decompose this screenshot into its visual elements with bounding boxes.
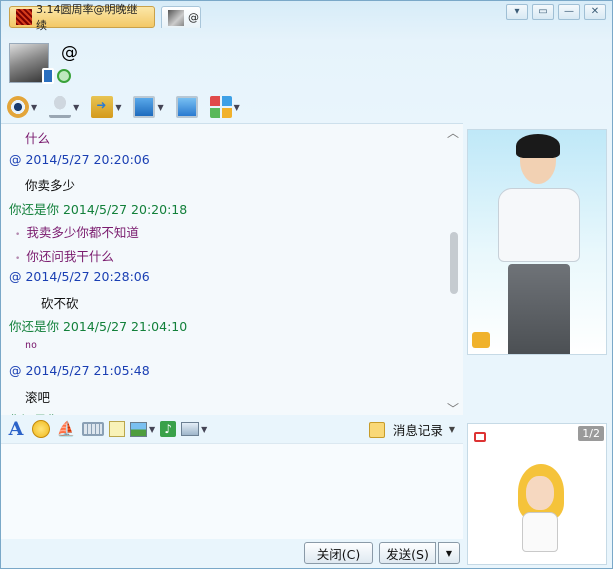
webcam-icon	[7, 96, 29, 118]
message-body: 我卖多少你都不知道	[15, 222, 139, 241]
chevron-down-icon[interactable]: ▼	[149, 425, 155, 434]
message-body: 滚吧	[25, 389, 51, 405]
avatar-figure	[508, 264, 570, 354]
apps-icon	[209, 96, 232, 118]
video-clip-icon[interactable]	[82, 422, 104, 436]
file-transfer-button[interactable]: ▼	[91, 96, 121, 118]
tab-label: @	[188, 11, 199, 24]
tab-label: 3.14圆周率@明晚继续	[36, 3, 138, 32]
history-label: 消息记录	[392, 423, 443, 438]
chevron-down-icon[interactable]: ▼	[201, 425, 207, 434]
contact-thumbnail-icon	[168, 9, 184, 26]
format-toolbar: A ⛵ ▼ ♪ ▼ 消息记录 ▼	[5, 416, 461, 442]
message-header: 你还是你 2014/5/27 21:04:10	[9, 319, 188, 334]
avatar-figure	[498, 188, 580, 262]
font-button[interactable]: A	[5, 418, 27, 440]
tab-bar: 3.14圆周率@明晚继续 @ ▾ ▭ — ✕	[1, 1, 612, 32]
screen-share-icon	[175, 96, 198, 118]
screenshot-icon[interactable]	[181, 422, 200, 436]
gift-icon[interactable]	[474, 432, 486, 442]
chevron-down-icon: ▼	[233, 102, 240, 112]
scroll-down-icon[interactable]: ﹀	[447, 400, 459, 415]
page-indicator[interactable]: 1/2	[578, 426, 604, 441]
scrollbar-thumb[interactable]	[450, 232, 458, 294]
chevron-down-icon: ▼	[31, 102, 38, 112]
chevron-down-icon: ▼	[448, 425, 455, 434]
contact-avatar[interactable]	[9, 43, 54, 84]
microphone-icon	[49, 96, 72, 118]
close-window-button[interactable]: ✕	[584, 4, 606, 20]
minimize-button[interactable]: —	[558, 4, 580, 20]
remote-desktop-button[interactable]: ▼	[133, 96, 164, 118]
message-header: 你还是你 2014/5/27 21:06:14	[9, 410, 187, 415]
scroll-up-icon[interactable]: ︿	[447, 124, 459, 141]
voice-button[interactable]: ▼	[49, 96, 79, 118]
avatar-figure	[526, 476, 554, 510]
thumbs-up-icon[interactable]	[472, 332, 490, 348]
skin-button[interactable]: ▭	[532, 4, 554, 20]
message-header: @ 2014/5/27 20:20:06	[9, 151, 150, 167]
avatar-figure	[516, 134, 560, 158]
message-history-button[interactable]: 消息记录 ▼	[368, 420, 455, 439]
history-icon	[368, 421, 385, 438]
chevron-down-icon: ▼	[115, 102, 122, 112]
send-button[interactable]: 发送(S)	[379, 542, 436, 564]
image-icon[interactable]	[130, 421, 147, 437]
self-show-panel[interactable]: 1/2	[467, 423, 607, 565]
music-icon[interactable]: ♪	[160, 421, 177, 437]
contact-show-panel[interactable]	[467, 129, 607, 355]
message-body: 什么	[25, 131, 51, 146]
webcam-button[interactable]: ▼	[7, 96, 37, 118]
message-header: @ 2014/5/27 21:05:48	[9, 363, 150, 378]
message-history[interactable]: 什么 @ 2014/5/27 20:20:06 你卖多少你还是你 2014/5/27…	[1, 123, 463, 415]
send-options-button[interactable]: ▼	[438, 542, 460, 564]
avatar-figure	[522, 512, 558, 552]
chevron-down-icon: ▼	[73, 102, 80, 112]
close-button[interactable]: 关闭(C)	[304, 542, 373, 564]
message-header: 你还是你 2014/5/27 20:20:18	[9, 201, 188, 217]
message-body: 你卖多少	[25, 178, 76, 193]
emoticon-icon[interactable]	[32, 420, 50, 438]
chevron-down-icon: ▼	[157, 102, 164, 112]
message-header: @ 2014/5/27 20:28:06	[9, 269, 150, 284]
tab-conversation-2[interactable]: @	[161, 6, 201, 28]
message-body: 砍不砍	[41, 295, 79, 311]
remote-desktop-icon	[133, 96, 156, 118]
contact-thumbnail-icon	[16, 9, 32, 25]
tab-conversation-1[interactable]: 3.14圆周率@明晚继续	[9, 3, 155, 32]
message-body: 你还问我干什么	[15, 246, 114, 265]
message-input[interactable]	[1, 443, 463, 539]
window-controls: ▾ ▭ — ✕	[506, 4, 606, 20]
file-transfer-icon	[91, 96, 114, 118]
feature-toolbar: ▼ ▼ ▼ ▼ ▼	[7, 93, 252, 121]
shake-icon[interactable]: ⛵	[55, 419, 77, 439]
note-icon[interactable]	[109, 421, 125, 437]
chat-window: 3.14圆周率@明晚继续 @ ▾ ▭ — ✕ @ ▼ ▼ ▼ ▼ ▼ 什么 @ 2…	[0, 0, 613, 569]
screen-share-button[interactable]	[175, 96, 198, 118]
mobile-online-icon	[42, 68, 54, 84]
message-body: no	[25, 339, 38, 351]
contact-name[interactable]: @	[61, 43, 78, 63]
status-icon[interactable]	[57, 69, 71, 83]
apps-button[interactable]: ▼	[209, 96, 240, 118]
menu-button[interactable]: ▾	[506, 4, 528, 20]
